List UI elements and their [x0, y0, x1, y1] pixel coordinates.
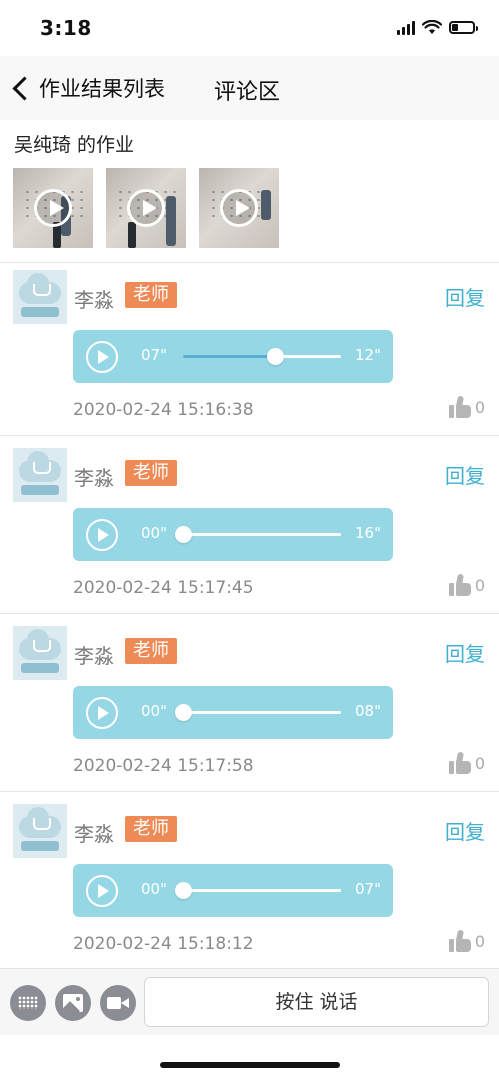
keyboard-button[interactable]	[10, 985, 46, 1021]
like-button[interactable]: 0	[448, 751, 485, 774]
reply-button[interactable]: 回复	[445, 638, 485, 667]
video-icon	[107, 997, 121, 1009]
audio-player[interactable]: 07" 12"	[73, 330, 393, 383]
back-chevron-icon	[12, 75, 37, 101]
audio-current-time: 00"	[141, 702, 167, 720]
comment-timestamp: 2020-02-24 15:16:38	[73, 400, 254, 420]
homework-title: 吴纯琦 的作业	[14, 134, 135, 156]
comment-item: 李淼 老师 回复 00" 07" 2020-02-24 15:18:12 0	[0, 796, 499, 974]
comment-timestamp: 2020-02-24 15:17:45	[73, 578, 254, 598]
play-icon	[34, 189, 72, 227]
comment-item: 李淼 老师 回复 00" 16" 2020-02-24 15:17:45 0	[0, 440, 499, 618]
audio-progress-knob[interactable]	[175, 526, 192, 543]
audio-duration: 07"	[355, 880, 381, 898]
audio-progress-knob[interactable]	[266, 348, 284, 365]
home-indicator	[160, 1062, 340, 1068]
comment-timestamp: 2020-02-24 15:17:58	[73, 756, 254, 776]
input-bar: 按住 说话	[0, 968, 499, 1035]
divider	[0, 791, 499, 792]
audio-progress-knob[interactable]	[175, 704, 192, 721]
audio-current-time: 00"	[141, 880, 167, 898]
battery-icon	[449, 21, 478, 34]
audio-player[interactable]: 00" 07"	[73, 864, 393, 917]
keyboard-icon	[18, 996, 38, 1009]
wifi-icon	[422, 20, 442, 34]
audio-duration: 16"	[355, 524, 381, 542]
avatar	[13, 448, 67, 502]
audio-progress-knob[interactable]	[175, 882, 192, 899]
role-badge: 老师	[125, 638, 177, 664]
like-button[interactable]: 0	[448, 395, 485, 418]
audio-progress-track[interactable]	[183, 348, 341, 365]
avatar	[13, 270, 67, 324]
thumbs-up-icon	[448, 573, 471, 596]
audio-player[interactable]: 00" 08"	[73, 686, 393, 739]
reply-button[interactable]: 回复	[445, 816, 485, 845]
avatar	[13, 626, 67, 680]
like-count: 0	[474, 397, 485, 417]
status-icons	[397, 20, 478, 35]
page-title: 评论区	[214, 80, 281, 105]
back-label: 作业结果列表	[39, 77, 165, 101]
video-button[interactable]	[100, 985, 136, 1021]
like-button[interactable]: 0	[448, 929, 485, 952]
audio-progress-track[interactable]	[175, 882, 341, 899]
image-button[interactable]	[55, 985, 91, 1021]
play-icon	[220, 189, 258, 227]
comment-item: 李淼 老师 回复 07" 12" 2020-02-24 15:16:38 0	[0, 262, 499, 440]
thumbs-up-icon	[448, 395, 471, 418]
comment-item: 李淼 老师 回复 00" 08" 2020-02-24 15:17:58 0	[0, 618, 499, 796]
like-button[interactable]: 0	[448, 573, 485, 596]
play-icon[interactable]	[86, 519, 118, 551]
signal-icon	[397, 20, 415, 35]
audio-duration: 08"	[355, 702, 381, 720]
back-button[interactable]: 作业结果列表	[10, 70, 165, 106]
role-badge: 老师	[125, 816, 177, 842]
image-icon	[63, 994, 83, 1012]
like-count: 0	[474, 575, 485, 595]
avatar	[13, 804, 67, 858]
audio-progress-track[interactable]	[175, 704, 341, 721]
screen: 3:18 作业结果列表 评论区 吴纯琦 的作业 李淼 老师 回复 07" 12"…	[0, 0, 499, 1080]
divider	[0, 613, 499, 614]
audio-progress-track[interactable]	[175, 526, 341, 543]
video-thumbnail-1[interactable]	[13, 168, 93, 248]
status-bar: 3:18	[0, 0, 499, 56]
audio-duration: 12"	[355, 346, 381, 364]
divider	[0, 435, 499, 436]
like-count: 0	[474, 931, 485, 951]
audio-progress-fill	[183, 355, 275, 358]
play-icon[interactable]	[86, 875, 118, 907]
comment-author: 李淼	[74, 822, 114, 846]
audio-current-time: 00"	[141, 524, 167, 542]
audio-player[interactable]: 00" 16"	[73, 508, 393, 561]
comment-timestamp: 2020-02-24 15:18:12	[73, 934, 254, 954]
hold-to-talk-button[interactable]: 按住 说话	[144, 977, 489, 1027]
play-icon[interactable]	[86, 341, 118, 373]
role-badge: 老师	[125, 460, 177, 486]
thumbs-up-icon	[448, 929, 471, 952]
role-badge: 老师	[125, 282, 177, 308]
play-icon[interactable]	[86, 697, 118, 729]
play-icon	[127, 189, 165, 227]
comment-author: 李淼	[74, 644, 114, 668]
comment-author: 李淼	[74, 288, 114, 312]
video-thumbnail-3[interactable]	[199, 168, 279, 248]
nav-bar: 作业结果列表 评论区	[0, 56, 499, 120]
comment-author: 李淼	[74, 466, 114, 490]
video-thumbnail-2[interactable]	[106, 168, 186, 248]
reply-button[interactable]: 回复	[445, 460, 485, 489]
status-time: 3:18	[40, 16, 92, 40]
reply-button[interactable]: 回复	[445, 282, 485, 311]
thumbs-up-icon	[448, 751, 471, 774]
video-thumbnails	[13, 168, 279, 248]
like-count: 0	[474, 753, 485, 773]
audio-current-time: 07"	[141, 346, 167, 364]
